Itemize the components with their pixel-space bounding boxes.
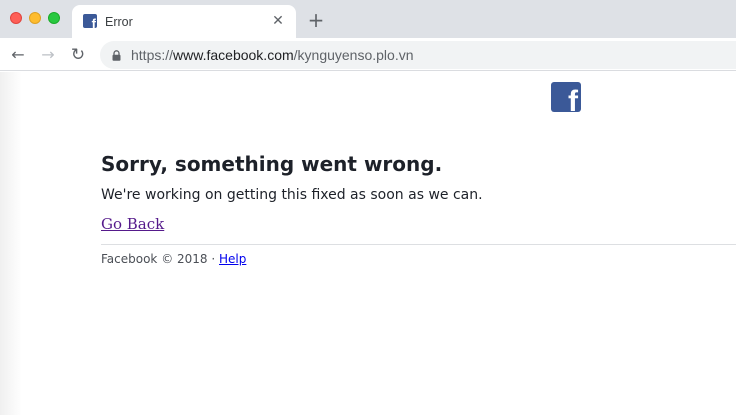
- zoom-window-button[interactable]: [48, 12, 60, 24]
- tab-strip: f Error ✕ +: [0, 0, 736, 38]
- minimize-window-button[interactable]: [29, 12, 41, 24]
- help-link[interactable]: Help: [219, 252, 246, 266]
- footer: Facebook © 2018 · Help: [101, 251, 246, 267]
- go-back-link[interactable]: Go Back: [101, 214, 164, 234]
- url-scheme: https://: [131, 47, 174, 63]
- close-window-button[interactable]: [10, 12, 22, 24]
- reload-button[interactable]: ↻: [66, 43, 90, 67]
- tab-title: Error: [105, 15, 133, 29]
- new-tab-button[interactable]: +: [306, 10, 326, 30]
- copyright-text: Facebook © 2018 ·: [101, 252, 219, 266]
- divider: [101, 244, 736, 245]
- forward-button[interactable]: →: [36, 43, 60, 67]
- facebook-logo-icon[interactable]: f: [551, 82, 581, 112]
- page-content: f Sorry, something went wrong. We're wor…: [0, 72, 736, 415]
- error-title: Sorry, something went wrong.: [101, 152, 443, 176]
- active-tab[interactable]: f Error ✕: [72, 5, 296, 38]
- url-path: /kynguyenso.plo.vn: [293, 47, 414, 63]
- url-text[interactable]: https://www.facebook.com/kynguyenso.plo.…: [131, 47, 414, 63]
- lock-icon: [112, 50, 121, 61]
- left-edge-shadow: [0, 72, 22, 415]
- url-host: www.facebook.com: [173, 47, 294, 63]
- browser-toolbar: ← → ↻ https://www.facebook.com/kynguyens…: [0, 38, 736, 71]
- back-button[interactable]: ←: [6, 43, 30, 67]
- address-bar[interactable]: https://www.facebook.com/kynguyenso.plo.…: [100, 41, 736, 69]
- facebook-favicon-icon: f: [83, 14, 97, 30]
- error-message: We're working on getting this fixed as s…: [101, 187, 483, 203]
- close-tab-icon[interactable]: ✕: [270, 13, 286, 29]
